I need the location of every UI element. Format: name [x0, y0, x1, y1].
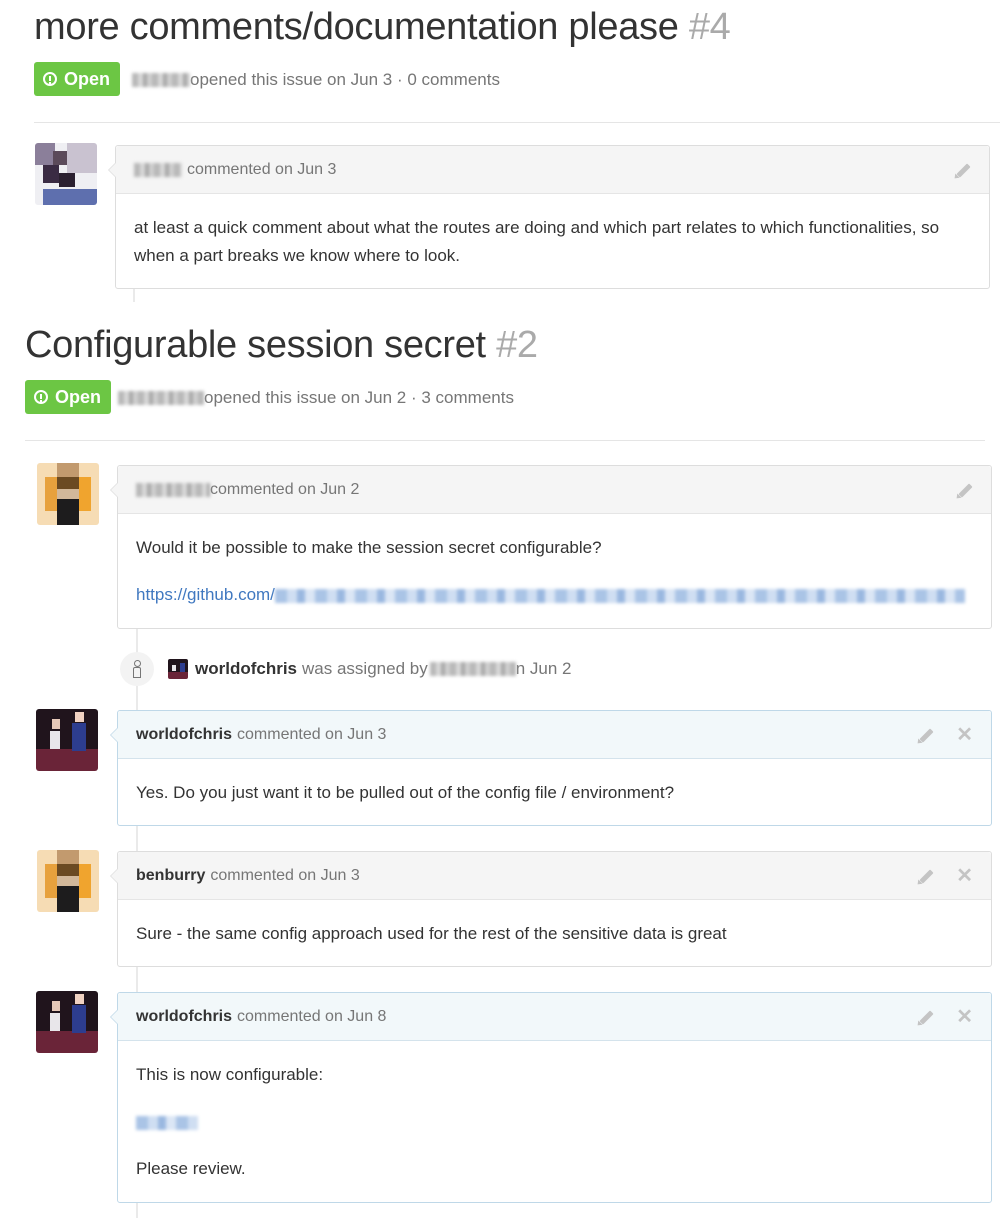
timeline-line	[133, 288, 135, 302]
comment-text: Would it be possible to make the session…	[136, 538, 602, 557]
comment-text: at least a quick comment about what the …	[134, 218, 940, 265]
assignment-event: worldofchris was assigned by n Jun 2	[120, 652, 571, 686]
close-icon[interactable]: ✕	[956, 1007, 973, 1027]
status-label: Open	[55, 386, 102, 407]
issue-number: #4	[688, 6, 731, 48]
comment-action: commented on Jun 8	[237, 1007, 387, 1025]
status-badge: Open	[25, 380, 112, 414]
issue-title-text: more comments/documentation please	[34, 6, 679, 48]
comment-author[interactable]: benburry	[136, 867, 205, 885]
comment-action: commented on Jun 3	[187, 160, 337, 178]
comment-author[interactable]: worldofchris	[136, 726, 232, 744]
status-badge: Open	[34, 62, 121, 96]
comment: commented on Jun 3 at least a quick comm…	[108, 145, 990, 290]
close-icon[interactable]: ✕	[956, 866, 973, 886]
issue-meta-text: opened this issue on Jun 3 · 0 comments	[190, 70, 500, 89]
issue-meta-text: opened this issue on Jun 2 · 3 comments	[204, 388, 514, 407]
redacted-link[interactable]	[136, 1115, 198, 1130]
issue-title-text: Configurable session secret	[25, 324, 486, 366]
pencil-icon[interactable]	[955, 481, 973, 499]
comment-action: commented on Jun 2	[210, 480, 360, 498]
issue-number: #2	[496, 324, 538, 366]
status-label: Open	[64, 68, 111, 89]
pencil-icon[interactable]	[916, 726, 934, 744]
comment-text: Yes. Do you just want it to be pulled ou…	[136, 783, 675, 802]
issue-title: more comments/documentation please #4	[34, 6, 731, 49]
comment-link[interactable]: https://github.com/	[136, 585, 275, 604]
redacted-username[interactable]	[132, 73, 190, 87]
comment-action: commented on Jun 3	[237, 725, 387, 743]
pencil-icon[interactable]	[916, 1008, 934, 1026]
issue-opened-icon	[34, 390, 48, 404]
comment: worldofchris commented on Jun 8 ✕ This i…	[110, 992, 992, 1203]
comment: benburry commented on Jun 3 ✕ Sure - the…	[110, 851, 992, 968]
issue-meta: opened this issue on Jun 2 · 3 comments	[118, 388, 514, 408]
pencil-icon[interactable]	[953, 161, 971, 179]
avatar-small[interactable]	[168, 659, 188, 679]
pencil-icon[interactable]	[916, 867, 934, 885]
comment-author[interactable]: worldofchris	[136, 1008, 232, 1026]
redacted-username[interactable]	[134, 162, 182, 177]
divider	[34, 122, 1000, 123]
issue-title: Configurable session secret #2	[25, 324, 538, 367]
comment-body: at least a quick comment about what the …	[116, 194, 989, 290]
comment-text: This is now configurable:	[136, 1065, 324, 1084]
redacted-username[interactable]	[136, 482, 210, 497]
comment-body: Sure - the same config approach used for…	[118, 900, 991, 968]
redacted-link[interactable]	[274, 588, 965, 603]
divider	[25, 440, 985, 441]
comment-body: Would it be possible to make the session…	[118, 514, 991, 629]
avatar[interactable]	[36, 991, 98, 1053]
comment-header: benburry commented on Jun 3 ✕	[118, 852, 991, 900]
comment: worldofchris commented on Jun 3 ✕ Yes. D…	[110, 710, 992, 827]
comment: commented on Jun 2 Would it be possible …	[110, 465, 992, 629]
comment-text-2: Please review.	[136, 1159, 246, 1178]
comment-header: worldofchris commented on Jun 3 ✕	[118, 711, 991, 759]
redacted-username[interactable]	[429, 662, 516, 676]
redacted-username[interactable]	[118, 391, 204, 405]
comment-text: Sure - the same config approach used for…	[136, 924, 727, 943]
avatar[interactable]	[37, 463, 99, 525]
issue-meta: opened this issue on Jun 3 · 0 comments	[132, 70, 500, 90]
event-date: n Jun 2	[515, 659, 572, 678]
avatar[interactable]	[36, 709, 98, 771]
avatar[interactable]	[37, 850, 99, 912]
comment-header: worldofchris commented on Jun 8 ✕	[118, 993, 991, 1041]
event-text: was assigned by	[302, 659, 428, 678]
comment-header: commented on Jun 2	[118, 466, 991, 514]
close-icon[interactable]: ✕	[956, 725, 973, 745]
comment-body: Yes. Do you just want it to be pulled ou…	[118, 759, 991, 827]
person-icon	[120, 652, 154, 686]
event-user[interactable]: worldofchris	[195, 659, 297, 679]
avatar[interactable]	[35, 143, 97, 205]
comment-action: commented on Jun 3	[210, 866, 360, 884]
comment-header: commented on Jun 3	[116, 146, 989, 194]
comment-body: This is now configurable: Please review.	[118, 1041, 991, 1203]
issue-opened-icon	[43, 72, 57, 86]
